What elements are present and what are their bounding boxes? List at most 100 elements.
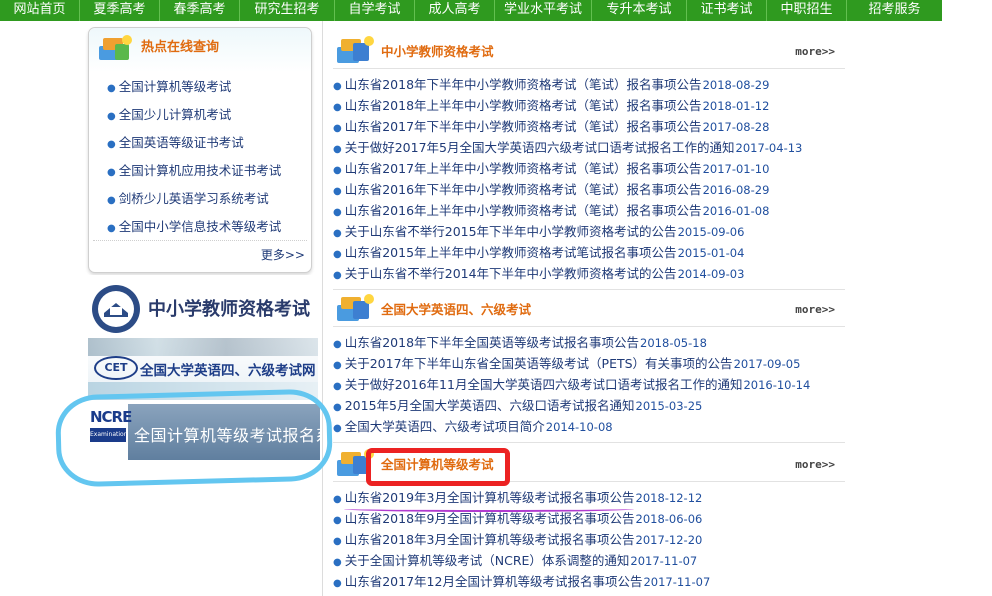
section-books-icon <box>337 449 374 476</box>
nav-item-certificate[interactable]: 证书考试 <box>687 0 767 21</box>
hot-query-box: 热点在线查询 ● 全国计算机等级考试 ● 全国少儿计算机考试 ● 全国英语等级证书考试… <box>88 27 312 273</box>
bullet-icon: ● <box>333 360 342 371</box>
hot-more-link[interactable]: 更多>> <box>261 246 305 263</box>
section-more-link[interactable]: more>> <box>795 45 835 58</box>
cet-wave-decoration <box>88 382 318 400</box>
bullet-icon: ● <box>333 578 342 589</box>
section-books-icon <box>337 294 374 321</box>
news-item[interactable]: ● 山东省2018年3月全国计算机等级考试报名事项公告2017-12-20 <box>333 530 845 551</box>
bullet-icon: ● <box>333 515 342 526</box>
section-header: 全国计算机等级考试 more>> <box>333 442 845 482</box>
section-header: 全国大学英语四、六级考试 more>> <box>333 287 845 327</box>
nav-item-graduate[interactable]: 研究生招考 <box>240 0 335 21</box>
bullet-icon: ● <box>333 536 342 547</box>
nav-item-proficiency[interactable]: 学业水平考试 <box>495 0 592 21</box>
news-item[interactable]: ● 山东省2017年12月全国计算机等级考试报名事项公告2017-11-07 <box>333 572 845 593</box>
hot-item-cambridge-kids[interactable]: ● 剑桥少儿英语学习系统考试 <box>107 192 281 220</box>
bullet-icon: ● <box>333 402 342 413</box>
cet-photo-strip <box>88 338 318 356</box>
section-title: 全国计算机等级考试 <box>381 457 494 472</box>
bullet-icon: ● <box>333 339 342 350</box>
news-item[interactable]: ● 山东省2016年下半年中小学教师资格考试（笔试）报名事项公告2016-08-2… <box>333 180 845 201</box>
section-books-icon <box>337 36 374 63</box>
news-item[interactable]: ● 关于做好2016年11月全国大学英语四六级考试口语考试报名工作的通知2016-… <box>333 375 845 396</box>
news-item[interactable]: ● 关于山东省不举行2015年下半年中小学教师资格考试的公告2015-09-06 <box>333 222 845 243</box>
bullet-icon: ● <box>333 228 342 239</box>
nav-item-vocational[interactable]: 中职招生 <box>767 0 847 21</box>
right-column: 中小学教师资格考试 more>> ● 山东省2018年下半年中小学教师资格考试（笔… <box>322 21 852 596</box>
news-item[interactable]: ● 山东省2017年上半年中小学教师资格考试（笔试）报名事项公告2017-01-1… <box>333 159 845 180</box>
section-more-link[interactable]: more>> <box>795 303 835 316</box>
teacher-exam-logo-icon <box>92 285 140 333</box>
news-item[interactable]: ● 关于山东省不举行2014年下半年中小学教师资格考试的公告2014-09-03 <box>333 264 845 285</box>
bullet-icon: ● <box>107 139 116 150</box>
ncre-registration-banner[interactable]: NCRE Examination 全国计算机等级考试报名系统 <box>88 404 320 460</box>
news-item[interactable]: ● 山东省2016年上半年中小学教师资格考试（笔试）报名事项公告2016-01-0… <box>333 201 845 222</box>
news-item[interactable]: ● 山东省2019年3月全国计算机等级考试报名事项公告2018-12-12 <box>333 488 845 509</box>
section-cet: 全国大学英语四、六级考试 more>> ● 山东省2018年下半年全国英语等级考试… <box>333 287 845 443</box>
news-item[interactable]: ● 山东省2018年下半年中小学教师资格考试（笔试）报名事项公告2018-08-2… <box>333 75 845 96</box>
hot-item-pets[interactable]: ● 全国英语等级证书考试 <box>107 136 281 164</box>
hot-query-list: ● 全国计算机等级考试 ● 全国少儿计算机考试 ● 全国英语等级证书考试 ● 全国计算机… <box>107 80 281 248</box>
hot-item-ncre[interactable]: ● 全国计算机等级考试 <box>107 80 281 108</box>
news-item[interactable]: ● 山东省2017年下半年中小学教师资格考试（笔试）报名事项公告2017-08-2… <box>333 117 845 138</box>
news-item[interactable]: ● 山东省2018年上半年中小学教师资格考试（笔试）报名事项公告2018-01-1… <box>333 96 845 117</box>
section-more-link[interactable]: more>> <box>795 458 835 471</box>
section-title: 全国大学英语四、六级考试 <box>381 302 532 317</box>
news-item[interactable]: ● 山东省2015年上半年中小学教师资格考试笔试报名事项公告2015-01-04 <box>333 243 845 264</box>
nav-item-services[interactable]: 招考服务 <box>847 0 942 21</box>
news-list: ● 山东省2018年下半年全国英语等级考试报名事项公告2018-05-18 ● 关于… <box>333 333 845 438</box>
bullet-icon: ● <box>333 123 342 134</box>
bullet-icon: ● <box>333 423 342 434</box>
nav-item-home[interactable]: 网站首页 <box>0 0 80 21</box>
news-list: ● 山东省2019年3月全国计算机等级考试报名事项公告2018-12-12 ● 山东… <box>333 488 845 593</box>
bullet-icon: ● <box>107 223 116 234</box>
hot-item-computer-application[interactable]: ● 全国计算机应用技术证书考试 <box>107 164 281 192</box>
bullet-icon: ● <box>333 144 342 155</box>
teacher-exam-banner[interactable]: 中小学教师资格考试 <box>88 275 318 337</box>
teacher-exam-banner-text: 中小学教师资格考试 <box>148 299 310 320</box>
bullet-icon: ● <box>107 195 116 206</box>
hot-item-it-level[interactable]: ● 全国中小学信息技术等级考试 <box>107 220 281 248</box>
bullet-icon: ● <box>107 83 116 94</box>
nav-item-upgrade[interactable]: 专升本考试 <box>592 0 687 21</box>
nav-item-adult[interactable]: 成人高考 <box>415 0 495 21</box>
news-item[interactable]: ● 山东省2018年9月全国计算机等级考试报名事项公告2018-06-06 <box>333 509 845 530</box>
bullet-icon: ● <box>333 207 342 218</box>
cet-banner-text: 全国大学英语四、六级考试网 <box>140 363 316 379</box>
news-item[interactable]: ● 山东省2018年下半年全国英语等级考试报名事项公告2018-05-18 <box>333 333 845 354</box>
cet-banner[interactable]: CET 全国大学英语四、六级考试网 <box>88 338 318 400</box>
divider <box>93 240 307 241</box>
books-icon <box>99 35 132 60</box>
bullet-icon: ● <box>333 81 342 92</box>
left-column: 热点在线查询 ● 全国计算机等级考试 ● 全国少儿计算机考试 ● 全国英语等级证书考试… <box>82 21 320 596</box>
hot-query-header: 热点在线查询 <box>89 28 311 72</box>
bullet-icon: ● <box>333 102 342 113</box>
news-item[interactable]: ● 2015年5月全国大学英语四、六级口语考试报名通知2015-03-25 <box>333 396 845 417</box>
bullet-icon: ● <box>107 167 116 178</box>
top-nav: 网站首页 夏季高考 春季高考 研究生招考 自学考试 成人高考 学业水平考试 专升… <box>0 0 942 21</box>
ncre-banner-text: 全国计算机等级考试报名系统 <box>134 426 320 445</box>
bullet-icon: ● <box>333 249 342 260</box>
section-ncre: 全国计算机等级考试 more>> ● 山东省2019年3月全国计算机等级考试报名事… <box>333 442 845 593</box>
bullet-icon: ● <box>107 111 116 122</box>
section-title: 中小学教师资格考试 <box>381 44 494 59</box>
news-item[interactable]: ● 关于2017年下半年山东省全国英语等级考试（PETS）有关事项的公告2017-… <box>333 354 845 375</box>
news-item[interactable]: ● 关于全国计算机等级考试（NCRE）体系调整的通知2017-11-07 <box>333 551 845 572</box>
news-item[interactable]: ● 关于做好2017年5月全国大学英语四六级考试口语考试报名工作的通知2017-0… <box>333 138 845 159</box>
nav-item-self-study[interactable]: 自学考试 <box>335 0 415 21</box>
cet-logo: CET <box>94 356 138 380</box>
section-header: 中小学教师资格考试 more>> <box>333 29 845 69</box>
ncre-logo-subtext: Examination <box>90 428 128 442</box>
nav-item-summer-gaokao[interactable]: 夏季高考 <box>80 0 160 21</box>
hot-item-kids-computer[interactable]: ● 全国少儿计算机考试 <box>107 108 281 136</box>
bullet-icon: ● <box>333 270 342 281</box>
bullet-icon: ● <box>333 165 342 176</box>
news-item[interactable]: ● 全国大学英语四、六级考试项目简介2014-10-08 <box>333 417 845 438</box>
section-teacher-exam: 中小学教师资格考试 more>> ● 山东省2018年下半年中小学教师资格考试（笔… <box>333 29 845 290</box>
bullet-icon: ● <box>333 557 342 568</box>
bullet-icon: ● <box>333 381 342 392</box>
nav-item-spring-gaokao[interactable]: 春季高考 <box>160 0 240 21</box>
hot-query-title: 热点在线查询 <box>141 40 220 55</box>
bullet-icon: ● <box>333 494 342 505</box>
